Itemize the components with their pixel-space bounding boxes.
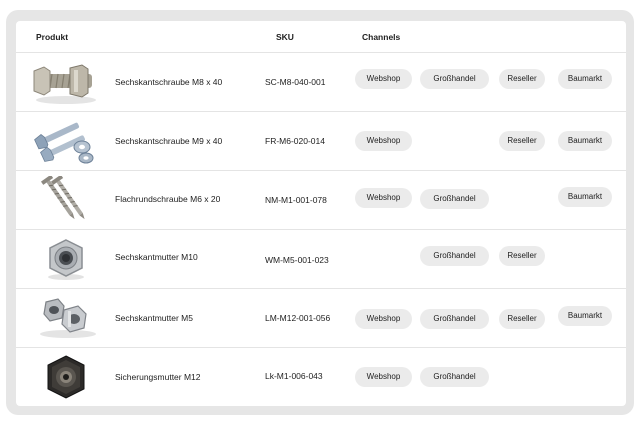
- table-header: Produkt SKU Channels: [16, 21, 626, 53]
- product-sku: FR-M6-020-014: [265, 136, 325, 146]
- channel-reseller-chip[interactable]: Reseller: [499, 69, 545, 89]
- channel-webshop-chip[interactable]: Webshop: [355, 131, 412, 151]
- wood-screws-icon: [40, 176, 85, 220]
- channel-grosshandel-chip[interactable]: Großhandel: [420, 69, 489, 89]
- hex-bolt-with-nut-icon: [33, 64, 96, 104]
- channel-grosshandel-chip[interactable]: Großhandel: [420, 309, 489, 329]
- channel-baumarkt-chip[interactable]: Baumarkt: [558, 306, 612, 326]
- table-row[interactable]: Flachrundschraube M6 x 20 NM-M1-001-078 …: [16, 171, 626, 230]
- product-sku: NM-M1-001-078: [265, 195, 327, 205]
- lock-nut-icon: [47, 355, 85, 399]
- channel-webshop-chip[interactable]: Webshop: [355, 188, 412, 208]
- product-name[interactable]: Sechskantmutter M5: [115, 313, 193, 323]
- product-sku: WM-M5-001-023: [265, 255, 329, 265]
- product-table: Produkt SKU Channels Sechskantschraube M…: [16, 21, 626, 406]
- table-row[interactable]: Sechskantmutter M10 WM-M5-001-023 Großha…: [16, 230, 626, 289]
- product-name[interactable]: Sicherungsmutter M12: [115, 372, 201, 382]
- hex-nuts-pair-icon: [40, 298, 96, 338]
- product-name[interactable]: Sechskantschraube M9 x 40: [115, 136, 222, 146]
- table-row[interactable]: Sicherungsmutter M12 Lk-M1-006-043 Websh…: [16, 348, 626, 406]
- channel-webshop-chip[interactable]: Webshop: [355, 309, 412, 329]
- product-name[interactable]: Sechskantmutter M10: [115, 252, 198, 262]
- column-header-channels[interactable]: Channels: [362, 32, 400, 42]
- hex-bolts-and-nuts-icon: [34, 122, 94, 164]
- channel-grosshandel-chip[interactable]: Großhandel: [420, 189, 489, 209]
- channel-webshop-chip[interactable]: Webshop: [355, 69, 412, 89]
- table-row[interactable]: Sechskantschraube M9 x 40 FR-M6-020-014 …: [16, 112, 626, 171]
- channel-baumarkt-chip[interactable]: Baumarkt: [558, 69, 612, 89]
- channel-grosshandel-chip[interactable]: Großhandel: [420, 246, 489, 266]
- channel-webshop-chip[interactable]: Webshop: [355, 367, 412, 387]
- column-header-sku[interactable]: SKU: [276, 32, 294, 42]
- column-header-product[interactable]: Produkt: [36, 32, 68, 42]
- channel-reseller-chip[interactable]: Reseller: [499, 131, 545, 151]
- channel-baumarkt-chip[interactable]: Baumarkt: [558, 131, 612, 151]
- product-name[interactable]: Flachrundschraube M6 x 20: [115, 194, 220, 204]
- channel-reseller-chip[interactable]: Reseller: [499, 309, 545, 329]
- product-sku: SC-M8-040-001: [265, 77, 326, 87]
- hex-nut-icon: [48, 239, 84, 280]
- table-row[interactable]: Sechskantschraube M8 x 40 SC-M8-040-001 …: [16, 53, 626, 112]
- product-sku: LM-M12-001-056: [265, 313, 331, 323]
- channel-baumarkt-chip[interactable]: Baumarkt: [558, 187, 612, 207]
- product-sku: Lk-M1-006-043: [265, 371, 323, 381]
- table-row[interactable]: Sechskantmutter M5 LM-M12-001-056 Websho…: [16, 289, 626, 348]
- channel-reseller-chip[interactable]: Reseller: [499, 246, 545, 266]
- product-name[interactable]: Sechskantschraube M8 x 40: [115, 77, 222, 87]
- channel-grosshandel-chip[interactable]: Großhandel: [420, 367, 489, 387]
